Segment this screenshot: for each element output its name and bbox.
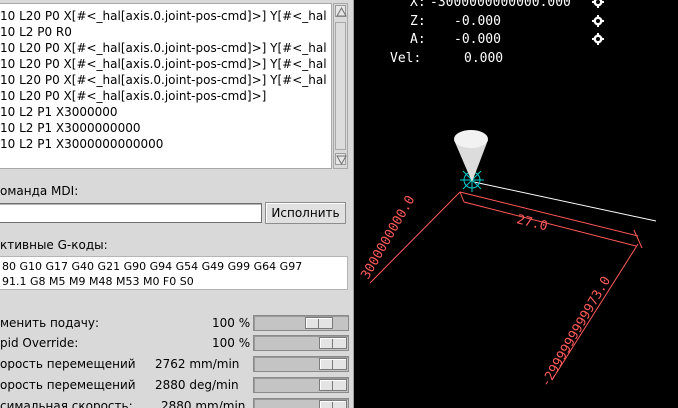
dim-right-label: -2999999999973.0 (538, 274, 614, 390)
max-velocity-label: симальная скорость: (0, 399, 133, 408)
rapid-override-slider[interactable] (253, 335, 349, 351)
jog-speed-linear-slider[interactable] (253, 356, 349, 372)
history-line[interactable]: 10 L2 P1 X3000000000000 (0, 137, 163, 151)
active-gcodes-line: 80 G10 G17 G40 G21 G90 G94 G54 G49 G99 G… (2, 260, 303, 273)
dim-left-label: 3000000000.0 (358, 193, 418, 282)
jog-speed-linear-value: 2762 mm/min (155, 357, 240, 371)
scroll-thumb[interactable] (335, 22, 346, 150)
active-gcodes-label: ктивные G-коды: (0, 238, 108, 252)
slider-knob[interactable] (319, 337, 347, 349)
slider-knob[interactable] (319, 358, 347, 370)
rapid-override-value: 100 % (212, 336, 251, 350)
history-scrollbar[interactable] (333, 3, 348, 169)
dim-x-label: 27.0 (515, 212, 549, 234)
history-line[interactable]: 10 L20 P0 X[#<_hal[axis.0.joint-pos-cmd]… (0, 41, 327, 55)
jog-speed-angular-label: орость перемещений (0, 378, 136, 392)
active-gcodes-box: 80 G10 G17 G40 G21 G90 G94 G54 G49 G99 G… (0, 256, 348, 290)
history-line[interactable]: 10 L2 P1 X3000000000 (0, 121, 140, 135)
preview-canvas[interactable]: X: -3000000000000.000 Z: -0.000 A: -0.00… (356, 0, 678, 408)
max-velocity-value: 2880 mm/min (161, 399, 246, 408)
mdi-command-input[interactable] (0, 203, 262, 223)
max-velocity-slider[interactable] (253, 398, 349, 408)
tool-cone-icon (454, 130, 488, 182)
jog-speed-linear-label: орость перемещений (0, 357, 136, 371)
feed-override-slider[interactable] (253, 315, 349, 331)
toolpath-line (473, 181, 657, 222)
history-line[interactable]: 10 L20 P0 X[#<_hal[axis.0.joint-pos-cmd]… (0, 73, 327, 87)
history-line[interactable]: 10 L20 P0 X[#<_hal[axis.0.joint-pos-cmd]… (0, 57, 327, 71)
rapid-override-label: pid Override: (0, 336, 79, 350)
feed-override-value: 100 % (212, 316, 251, 330)
jog-speed-angular-value: 2880 deg/min (155, 378, 239, 392)
history-line[interactable]: 10 L2 P1 X3000000 (0, 105, 118, 119)
jog-speed-angular-slider[interactable] (253, 377, 349, 393)
run-mdi-button[interactable]: Исполнить (265, 202, 346, 224)
slider-knob[interactable] (319, 400, 347, 408)
toolpath-plot[interactable]: 27.0 3000000000.0 -2999999999973.0 (356, 0, 678, 408)
scroll-down-arrow-icon[interactable] (335, 153, 347, 166)
feed-override-label: менить подачу: (0, 316, 100, 330)
history-line[interactable]: 10 L20 P0 X[#<_hal[axis.0.joint-pos-cmd]… (0, 9, 327, 23)
slider-knob[interactable] (319, 379, 347, 391)
history-line[interactable]: 10 L20 P0 X[#<_hal[axis.0.joint-pos-cmd]… (0, 89, 266, 103)
left-panel: 10 L20 P0 X[#<_hal[axis.0.joint-pos-cmd]… (0, 0, 354, 408)
mdi-label: оманда MDI: (0, 184, 79, 198)
scroll-up-arrow-icon[interactable] (335, 5, 347, 17)
mdi-history-list[interactable]: 10 L20 P0 X[#<_hal[axis.0.joint-pos-cmd]… (0, 3, 332, 169)
active-gcodes-line: 91.1 G8 M5 M9 M48 M53 M0 F0 S0 (2, 275, 194, 288)
history-line[interactable]: 10 L2 P0 R0 (0, 25, 72, 39)
slider-knob[interactable] (304, 317, 333, 329)
